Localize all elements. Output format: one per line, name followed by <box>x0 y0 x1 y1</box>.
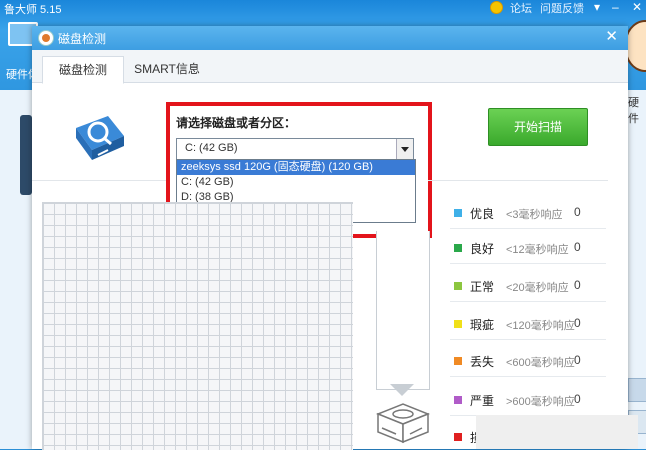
close-icon[interactable]: ✕ <box>605 27 618 45</box>
legend-divider <box>450 263 606 264</box>
close-icon[interactable]: ✕ <box>632 0 642 14</box>
divider <box>32 180 166 181</box>
legend-item: 瑕疵 <120毫秒响应 0 <box>450 316 610 332</box>
legend-swatch <box>454 209 462 217</box>
legend-count: 0 <box>574 392 581 406</box>
legend-swatch <box>454 357 462 365</box>
dialog-title: 磁盘检测 <box>58 32 107 46</box>
legend-count: 0 <box>574 316 581 330</box>
tab-smart-info[interactable]: SMART信息 <box>124 56 210 82</box>
background-titlebar: 鲁大师 5.15 论坛 问题反馈 ▾ – ✕ <box>0 0 646 18</box>
minimize-icon[interactable]: – <box>612 0 619 14</box>
dialog-header: 磁盘检测 ✕ <box>32 26 628 50</box>
legend-item: 严重 >600毫秒响应 0 <box>450 392 610 408</box>
legend-item: 正常 <20毫秒响应 0 <box>450 278 610 294</box>
legend-desc: <3毫秒响应 <box>506 209 563 221</box>
legend-count: 0 <box>574 205 581 219</box>
legend-swatch <box>454 433 462 441</box>
legend-item: 丢失 <600毫秒响应 0 <box>450 353 610 369</box>
legend-item: 良好 <12毫秒响应 0 <box>450 240 610 256</box>
legend-count: 0 <box>574 240 581 254</box>
app-logo-icon <box>38 30 54 46</box>
legend-name: 严重 <box>470 394 495 408</box>
down-arrow-icon <box>390 384 414 396</box>
tab-bar: 磁盘检测 SMART信息 <box>32 50 628 84</box>
legend-desc: <120毫秒响应 <box>506 320 575 332</box>
legend-desc: <12毫秒响应 <box>506 244 569 256</box>
legend-item: 优良 <3毫秒响应 0 <box>450 205 610 221</box>
right-thumbnail <box>628 378 646 402</box>
start-scan-button[interactable]: 开始扫描 <box>488 108 588 146</box>
feedback-link[interactable]: 问题反馈 <box>540 0 584 16</box>
disk-check-dialog: 磁盘检测 ✕ 磁盘检测 SMART信息 请选择磁盘或者分区： C: (42 GB… <box>32 26 628 450</box>
legend-swatch <box>454 320 462 328</box>
skin-icon[interactable]: ▾ <box>594 0 600 14</box>
legend-desc: <600毫秒响应 <box>506 357 575 369</box>
scan-progress-column <box>376 231 430 390</box>
app-title: 鲁大师 5.15 <box>4 4 62 16</box>
legend-count: 0 <box>574 353 581 367</box>
coin-icon[interactable] <box>490 1 503 14</box>
forum-link[interactable]: 论坛 <box>510 0 532 16</box>
legend-divider <box>450 376 606 377</box>
legend-divider <box>450 228 606 229</box>
legend-name: 优良 <box>470 207 495 221</box>
legend-desc: >600毫秒响应 <box>506 396 575 408</box>
legend-divider <box>450 301 606 302</box>
right-label: 硬件 <box>628 97 639 125</box>
legend-swatch <box>454 396 462 404</box>
divider <box>428 180 608 181</box>
legend-name: 瑕疵 <box>470 318 495 332</box>
legend-name: 良好 <box>470 242 495 256</box>
disk-search-icon <box>76 116 124 160</box>
legend-desc: <20毫秒响应 <box>506 282 569 294</box>
legend-name: 丢失 <box>470 355 495 369</box>
left-panel-edge <box>20 115 32 195</box>
legend-divider <box>450 339 606 340</box>
legend-count: 0 <box>574 278 581 292</box>
legend-swatch <box>454 244 462 252</box>
overlay-patch <box>476 415 638 449</box>
tab-disk-check[interactable]: 磁盘检测 <box>42 56 124 84</box>
legend-name: 正常 <box>470 280 495 294</box>
hard-drive-icon <box>375 403 431 444</box>
legend-swatch <box>454 282 462 290</box>
disk-block-grid <box>42 202 353 450</box>
